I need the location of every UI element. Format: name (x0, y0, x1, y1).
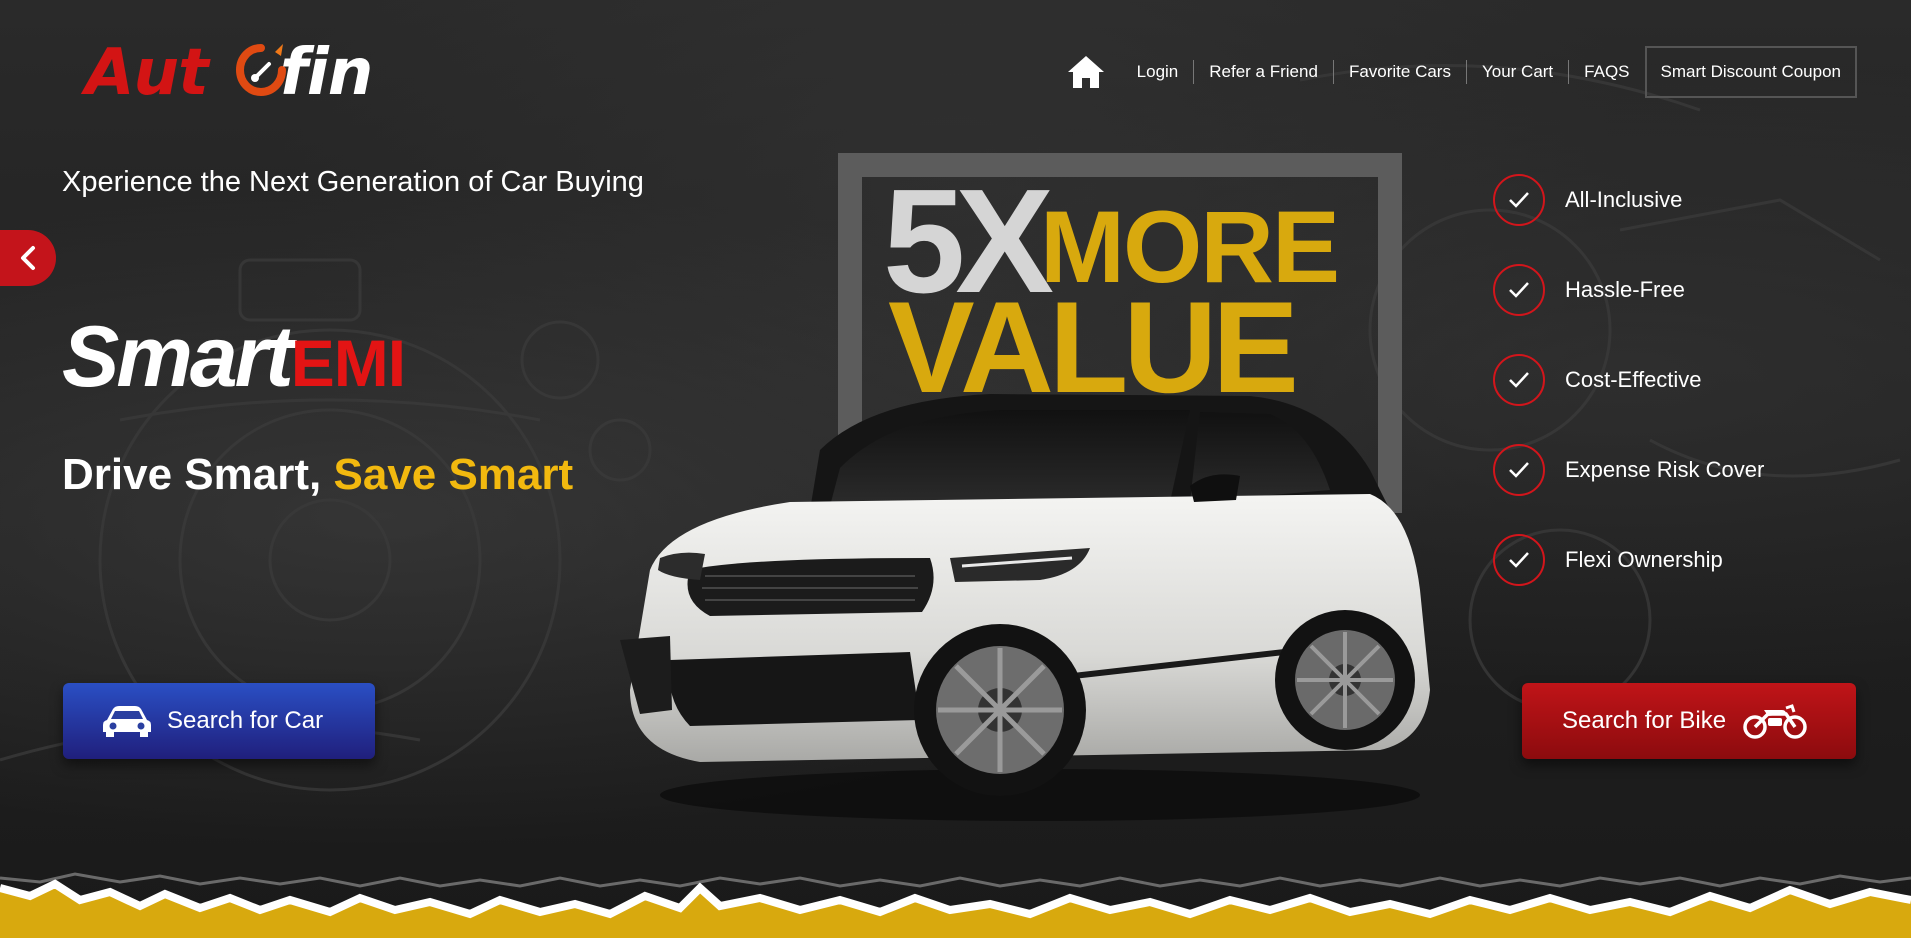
feature-item: All-Inclusive (1493, 174, 1764, 226)
check-icon (1493, 174, 1545, 226)
nav-refer-a-friend[interactable]: Refer a Friend (1193, 60, 1333, 84)
autofin-logo[interactable]: Aut fin (85, 36, 395, 110)
motorbike-icon (1743, 704, 1807, 739)
logo-text-secondary: fin (280, 36, 373, 110)
nav-your-cart[interactable]: Your Cart (1465, 60, 1568, 84)
chevron-left-icon (21, 246, 35, 270)
feature-item: Expense Risk Cover (1493, 444, 1764, 496)
car-icon (103, 706, 151, 737)
hero-tagline: Xperience the Next Generation of Car Buy… (62, 166, 644, 198)
main-navigation: Login Refer a Friend Favorite Cars Your … (1066, 46, 1857, 98)
slogan-drive-smart: Drive Smart, (62, 450, 334, 499)
feature-label: All-Inclusive (1565, 187, 1683, 212)
check-icon (1493, 444, 1545, 496)
hero-slogan: Drive Smart, Save Smart (62, 450, 573, 500)
feature-item: Cost-Effective (1493, 354, 1764, 406)
suv-car-image (620, 394, 1430, 821)
search-for-car-label: Search for Car (167, 707, 324, 734)
feature-label: Flexi Ownership (1565, 547, 1723, 572)
search-for-bike-button[interactable]: Search for Bike (1522, 683, 1856, 759)
slogan-save-smart: Save Smart (333, 450, 574, 499)
nav-faqs[interactable]: FAQS (1568, 60, 1644, 84)
nav-login[interactable]: Login (1122, 60, 1194, 84)
feature-list: All-Inclusive Hassle-Free Cost-Effective… (1493, 174, 1764, 624)
search-for-bike-label: Search for Bike (1562, 707, 1727, 734)
check-icon (1493, 534, 1545, 586)
brand-emi-text: EMI (290, 326, 406, 400)
feature-label: Hassle-Free (1565, 277, 1685, 302)
search-for-car-button[interactable]: Search for Car (63, 683, 375, 759)
feature-item: Flexi Ownership (1493, 534, 1764, 586)
smart-discount-coupon-button[interactable]: Smart Discount Coupon (1644, 46, 1857, 98)
feature-item: Hassle-Free (1493, 264, 1764, 316)
check-icon (1493, 354, 1545, 406)
slider-prev-button[interactable] (0, 230, 56, 286)
check-icon (1493, 264, 1545, 316)
feature-label: Expense Risk Cover (1565, 457, 1765, 482)
smart-emi-brand: SmartEMI (62, 308, 406, 408)
hero-banner: Aut fin Login Refer a Friend Favorite Ca… (0, 0, 1911, 938)
nav-favorite-cars[interactable]: Favorite Cars (1332, 60, 1466, 84)
logo-text-primary: Aut (85, 36, 209, 110)
torn-paper-divider (0, 872, 1911, 938)
home-icon[interactable] (1066, 52, 1106, 92)
feature-label: Cost-Effective (1565, 367, 1702, 392)
brand-smart-text: Smart (62, 309, 294, 405)
